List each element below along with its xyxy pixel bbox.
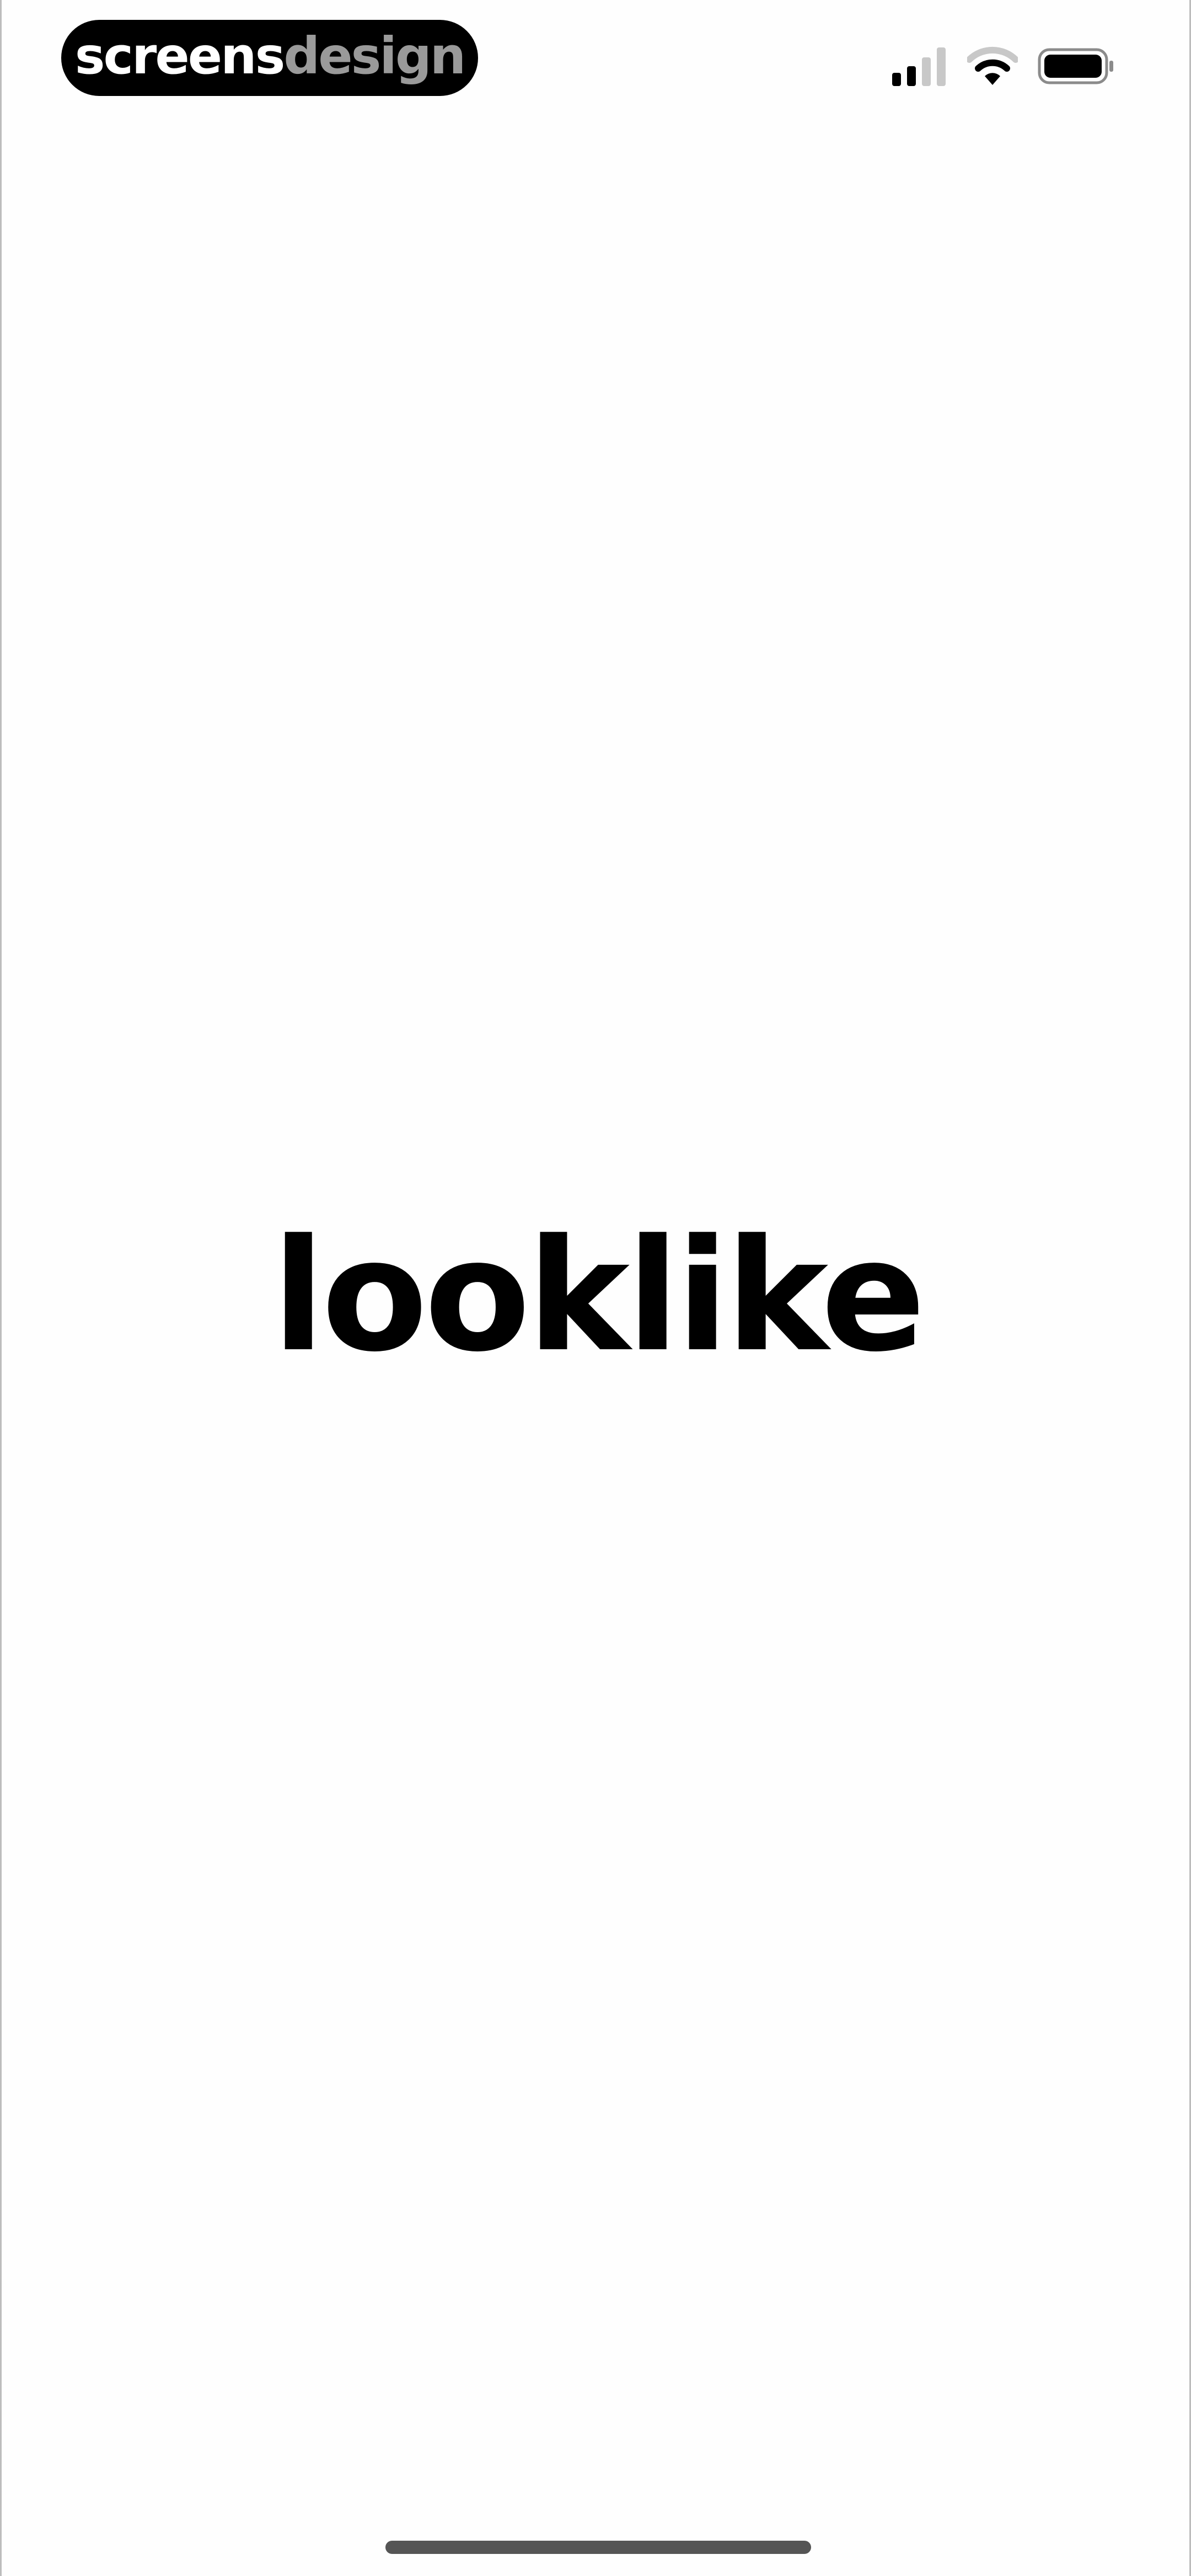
app-screen: screens design looklike xyxy=(0,0,1191,2576)
wifi-icon xyxy=(967,46,1018,86)
screensdesign-watermark: screens design xyxy=(61,20,478,96)
brand-text-primary: screens xyxy=(74,26,286,85)
battery-icon xyxy=(1038,46,1115,86)
status-icons xyxy=(892,46,1115,86)
brand-text-secondary: design xyxy=(283,26,466,85)
cellular-signal-icon xyxy=(892,46,947,86)
home-indicator[interactable] xyxy=(385,2541,811,2554)
app-logo: looklike xyxy=(272,1206,925,1386)
